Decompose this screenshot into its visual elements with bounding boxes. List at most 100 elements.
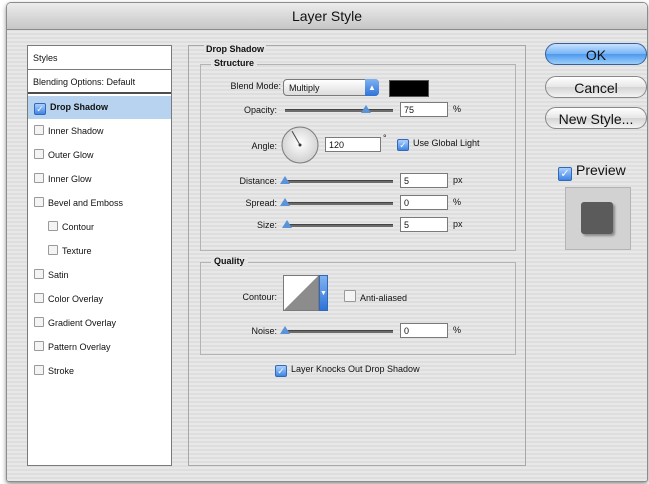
- noise-input[interactable]: 0: [400, 323, 448, 338]
- style-item-label: Inner Shadow: [48, 126, 104, 136]
- unchecked-box-icon[interactable]: [34, 341, 44, 351]
- size-unit: px: [453, 219, 463, 229]
- use-global-light-checkbox[interactable]: ✓ Use Global Light: [397, 138, 480, 151]
- styles-header[interactable]: Styles: [28, 46, 171, 70]
- unchecked-box-icon[interactable]: [34, 317, 44, 327]
- unchecked-box-icon[interactable]: [34, 125, 44, 135]
- cancel-button[interactable]: Cancel: [545, 76, 647, 98]
- contour-picker[interactable]: ▼: [283, 275, 329, 313]
- anti-aliased-checkbox[interactable]: Anti-aliased: [344, 290, 407, 303]
- style-item-bevel-and-emboss[interactable]: Bevel and Emboss: [28, 192, 171, 215]
- opacity-input[interactable]: 75: [400, 102, 448, 117]
- style-item-drop-shadow[interactable]: ✓ Drop Shadow: [28, 96, 171, 119]
- panel-title: Drop Shadow: [204, 44, 266, 54]
- blend-mode-select[interactable]: Multiply ▲: [283, 79, 379, 96]
- style-item-label: Contour: [62, 222, 95, 232]
- angle-unit: °: [383, 133, 387, 143]
- drop-shadow-panel: Drop Shadow Structure Blend Mode: Multip…: [188, 44, 526, 466]
- opacity-slider-thumb[interactable]: [361, 105, 371, 113]
- spread-input[interactable]: 0: [400, 195, 448, 210]
- style-item-label: Stroke: [48, 366, 75, 376]
- checkmark-icon: ✓: [397, 139, 409, 151]
- spread-slider[interactable]: [280, 198, 393, 206]
- style-item-inner-glow[interactable]: Inner Glow: [28, 168, 171, 191]
- blend-mode-label: Blend Mode:: [230, 81, 281, 91]
- style-item-inner-shadow[interactable]: Inner Shadow: [28, 120, 171, 143]
- style-item-stroke[interactable]: Stroke: [28, 360, 171, 383]
- style-item-outer-glow[interactable]: Outer Glow: [28, 144, 171, 167]
- ok-button[interactable]: OK: [545, 43, 647, 65]
- distance-slider-thumb[interactable]: [280, 176, 290, 184]
- opacity-slider[interactable]: [285, 105, 393, 113]
- size-slider-thumb[interactable]: [282, 220, 293, 228]
- style-item-contour[interactable]: Contour: [28, 216, 171, 239]
- opacity-unit: %: [453, 104, 462, 114]
- blend-mode-value: Multiply: [289, 83, 320, 93]
- noise-slider[interactable]: [280, 326, 393, 334]
- style-item-label: Bevel and Emboss: [48, 198, 124, 208]
- quality-group: Quality Contour: ▼ Anti-aliased Noise: 0: [200, 256, 516, 355]
- dialog-content: Styles Blending Options: Default ✓ Drop S…: [7, 30, 647, 481]
- contour-preview-icon: [283, 275, 319, 311]
- unchecked-box-icon[interactable]: [34, 293, 44, 303]
- checkmark-icon[interactable]: ✓: [34, 103, 46, 115]
- structure-group: Structure Blend Mode: Multiply ▲ Opacity…: [200, 58, 516, 251]
- blending-options-item[interactable]: Blending Options: Default: [28, 71, 171, 94]
- contour-label: Contour:: [242, 292, 277, 302]
- angle-input[interactable]: 120: [325, 137, 381, 152]
- spread-slider-thumb[interactable]: [280, 198, 290, 206]
- noise-unit: %: [453, 325, 462, 335]
- unchecked-box-icon[interactable]: [34, 365, 44, 375]
- unchecked-box-icon[interactable]: [48, 221, 58, 231]
- shadow-color-swatch[interactable]: [389, 80, 429, 97]
- unchecked-box-icon[interactable]: [34, 173, 44, 183]
- unchecked-box-icon[interactable]: [34, 149, 44, 159]
- angle-dial[interactable]: [280, 125, 320, 165]
- distance-slider[interactable]: [280, 176, 393, 184]
- noise-label: Noise:: [251, 326, 277, 336]
- style-item-pattern-overlay[interactable]: Pattern Overlay: [28, 336, 171, 359]
- styles-list: Styles Blending Options: Default ✓ Drop S…: [27, 45, 172, 466]
- style-item-satin[interactable]: Satin: [28, 264, 171, 287]
- structure-title: Structure: [211, 58, 258, 68]
- dropdown-arrow-icon: ▲: [365, 79, 379, 96]
- distance-label: Distance:: [239, 176, 277, 186]
- spread-label: Spread:: [245, 198, 277, 208]
- size-input[interactable]: 5: [400, 217, 448, 232]
- checkmark-icon: ✓: [558, 167, 572, 181]
- preview-label: Preview: [576, 162, 626, 178]
- style-item-label: Satin: [48, 270, 69, 280]
- layer-style-dialog: Layer Style Styles Blending Options: Def…: [6, 2, 648, 482]
- style-item-label: Pattern Overlay: [48, 342, 111, 352]
- distance-unit: px: [453, 175, 463, 185]
- style-item-gradient-overlay[interactable]: Gradient Overlay: [28, 312, 171, 335]
- style-item-texture[interactable]: Texture: [28, 240, 171, 263]
- style-item-label: Outer Glow: [48, 150, 94, 160]
- window-title: Layer Style: [7, 3, 647, 30]
- style-item-label: Gradient Overlay: [48, 318, 117, 328]
- style-item-label: Drop Shadow: [50, 102, 108, 112]
- size-slider[interactable]: [282, 220, 393, 228]
- anti-aliased-label: Anti-aliased: [360, 293, 408, 303]
- preview-thumbnail: [565, 187, 631, 250]
- quality-title: Quality: [211, 256, 248, 266]
- unchecked-box-icon[interactable]: [34, 197, 44, 207]
- style-item-label: Color Overlay: [48, 294, 104, 304]
- unchecked-box-icon[interactable]: [48, 245, 58, 255]
- style-item-label: Inner Glow: [48, 174, 92, 184]
- angle-label: Angle:: [251, 141, 277, 151]
- unchecked-box-icon: [344, 290, 356, 302]
- dropdown-arrow-icon: ▼: [319, 275, 328, 311]
- distance-input[interactable]: 5: [400, 173, 448, 188]
- knockout-label: Layer Knocks Out Drop Shadow: [291, 364, 420, 374]
- spread-unit: %: [453, 197, 462, 207]
- preview-checkbox[interactable]: ✓ Preview: [558, 162, 626, 181]
- size-label: Size:: [256, 220, 277, 230]
- style-item-label: Texture: [62, 246, 92, 256]
- new-style-button[interactable]: New Style...: [545, 107, 647, 129]
- knockout-checkbox[interactable]: ✓ Layer Knocks Out Drop Shadow: [275, 364, 420, 377]
- style-item-color-overlay[interactable]: Color Overlay: [28, 288, 171, 311]
- opacity-label: Opacity:: [243, 105, 277, 115]
- noise-slider-thumb[interactable]: [280, 326, 290, 334]
- unchecked-box-icon[interactable]: [34, 269, 44, 279]
